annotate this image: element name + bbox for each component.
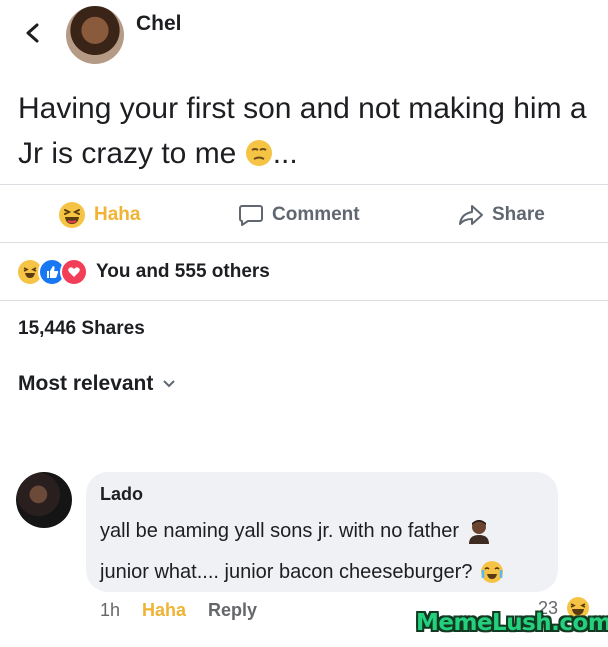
comment-line-2: junior what.... junior bacon cheeseburge…: [100, 560, 504, 584]
watermark-logo: MemeLush.com: [416, 610, 608, 636]
haha-reaction-button[interactable]: Haha: [58, 198, 140, 232]
divider: [0, 184, 608, 185]
chevron-down-icon: [163, 380, 176, 388]
chevron-left-icon: [26, 23, 39, 43]
comment-text-2: junior what.... junior bacon cheeseburge…: [100, 560, 473, 583]
author-avatar[interactable]: [66, 6, 124, 64]
reactions-summary[interactable]: You and 555 others: [16, 258, 270, 286]
comment-text-1: yall be naming yall sons jr. with no fat…: [100, 519, 460, 542]
loudly-crying-face-emoji: [481, 561, 504, 583]
post-ellipsis: ...: [272, 137, 298, 170]
love-icon: [60, 258, 88, 286]
man-emoji: [469, 520, 490, 544]
post-body: Having your first son and not making him…: [18, 92, 587, 170]
commenter-avatar[interactable]: [16, 472, 72, 528]
divider: [0, 242, 608, 243]
share-label: Share: [492, 204, 545, 225]
reaction-icons: [16, 258, 88, 286]
comment-reply-button[interactable]: Reply: [208, 600, 257, 621]
comment-haha-button[interactable]: Haha: [142, 600, 186, 621]
comment-actions: 1h Haha Reply: [100, 600, 257, 621]
comment-sort-dropdown[interactable]: Most relevant: [18, 372, 176, 396]
shares-count[interactable]: 15,446 Shares: [18, 318, 145, 340]
comment-button[interactable]: Comment: [238, 198, 360, 232]
reactions-text: You and 555 others: [96, 261, 270, 282]
comment-bubble-icon: [239, 205, 263, 226]
post-text: Having your first son and not making him…: [18, 86, 588, 176]
haha-emoji-icon: [59, 202, 85, 228]
comment-timestamp: 1h: [100, 600, 121, 620]
comment-line-1: yall be naming yall sons jr. with no fat…: [100, 518, 491, 544]
back-button[interactable]: [22, 22, 44, 44]
comment-label: Comment: [272, 204, 360, 225]
commenter-name[interactable]: Lado: [100, 484, 143, 505]
unamused-face-emoji: [245, 140, 272, 166]
haha-label: Haha: [94, 204, 141, 225]
share-arrow-icon: [459, 205, 483, 225]
divider: [0, 300, 608, 301]
share-button[interactable]: Share: [458, 198, 545, 232]
author-name[interactable]: Chel: [136, 12, 182, 36]
sort-label: Most relevant: [18, 372, 154, 395]
